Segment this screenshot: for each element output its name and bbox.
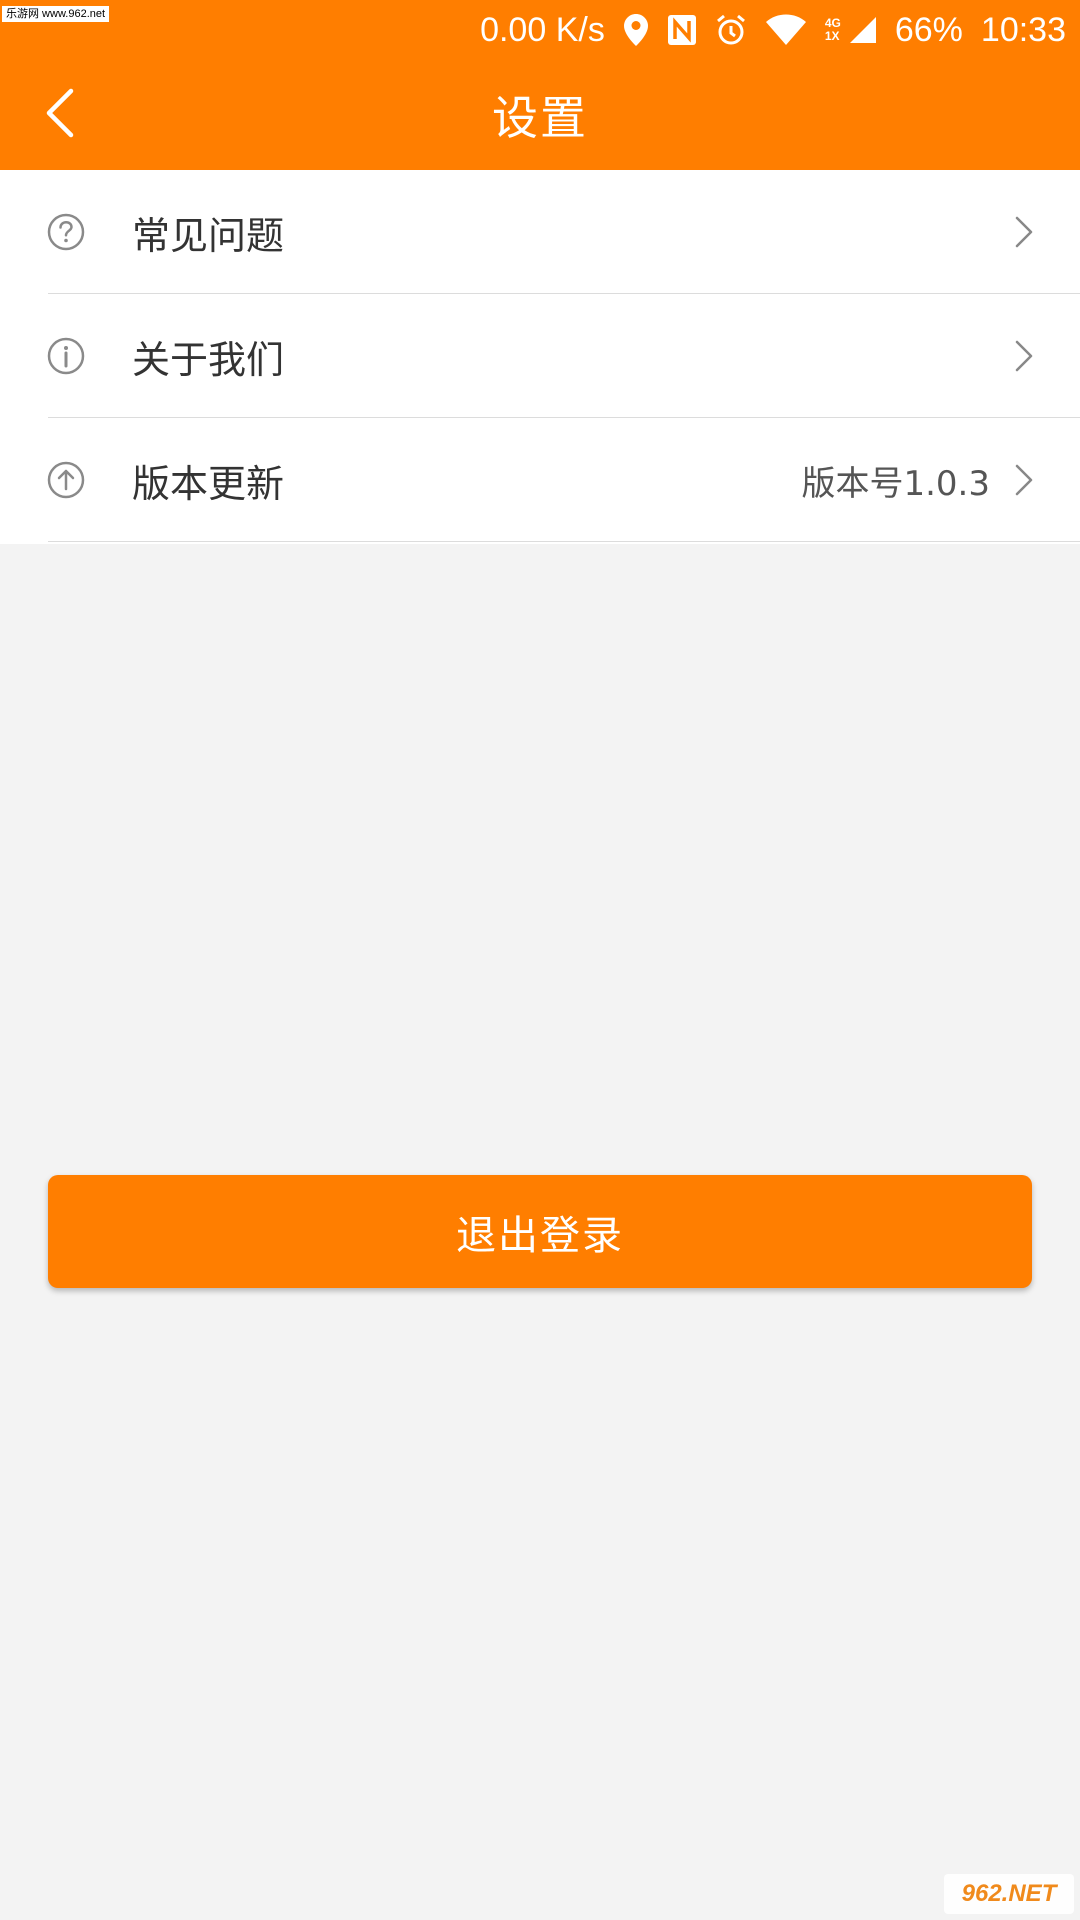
nfc-icon <box>667 14 697 46</box>
logout-button[interactable]: 退出登录 <box>48 1175 1032 1288</box>
menu-item-label: 版本更新 <box>132 461 285 506</box>
app-header: 乐游网 www.962.net 0.00 K/s 4G 1X 66% 10:33 <box>0 0 1080 170</box>
chevron-right-icon <box>1012 212 1036 252</box>
signal-type-bottom: 1X <box>824 29 840 43</box>
back-button[interactable] <box>30 82 90 148</box>
version-number: 版本号1.0.3 <box>801 463 990 504</box>
location-icon <box>623 13 649 47</box>
watermark-top-left: 乐游网 www.962.net <box>2 6 110 22</box>
menu-item-label: 常见问题 <box>132 213 285 258</box>
settings-menu: 常见问题 关于我们 版本更新 版本号1.0.3 <box>0 170 1080 544</box>
watermark-logo: 962.NET <box>944 1874 1074 1914</box>
clock: 10:33 <box>980 10 1066 49</box>
arrow-up-circle-icon <box>46 460 86 500</box>
battery-level: 66% <box>894 10 963 49</box>
chevron-right-icon <box>1012 336 1036 376</box>
menu-item-faq[interactable]: 常见问题 <box>0 170 1080 294</box>
chevron-left-icon <box>45 88 75 142</box>
chevron-right-icon <box>1012 460 1036 500</box>
navigation-bar: 设置 <box>0 60 1080 170</box>
signal-type: 4G 1X <box>825 17 841 43</box>
info-circle-icon <box>46 336 86 376</box>
cell-signal-icon <box>849 16 877 44</box>
status-bar: 0.00 K/s 4G 1X 66% 10:33 <box>480 8 1066 52</box>
net-speed: 0.00 K/s <box>480 10 605 49</box>
wifi-icon <box>765 14 807 46</box>
question-circle-icon <box>46 212 86 252</box>
menu-item-about[interactable]: 关于我们 <box>0 294 1080 418</box>
menu-item-version-update[interactable]: 版本更新 版本号1.0.3 <box>0 418 1080 542</box>
menu-item-label: 关于我们 <box>132 337 285 382</box>
alarm-icon <box>715 14 747 46</box>
page-title: 设置 <box>492 91 588 145</box>
